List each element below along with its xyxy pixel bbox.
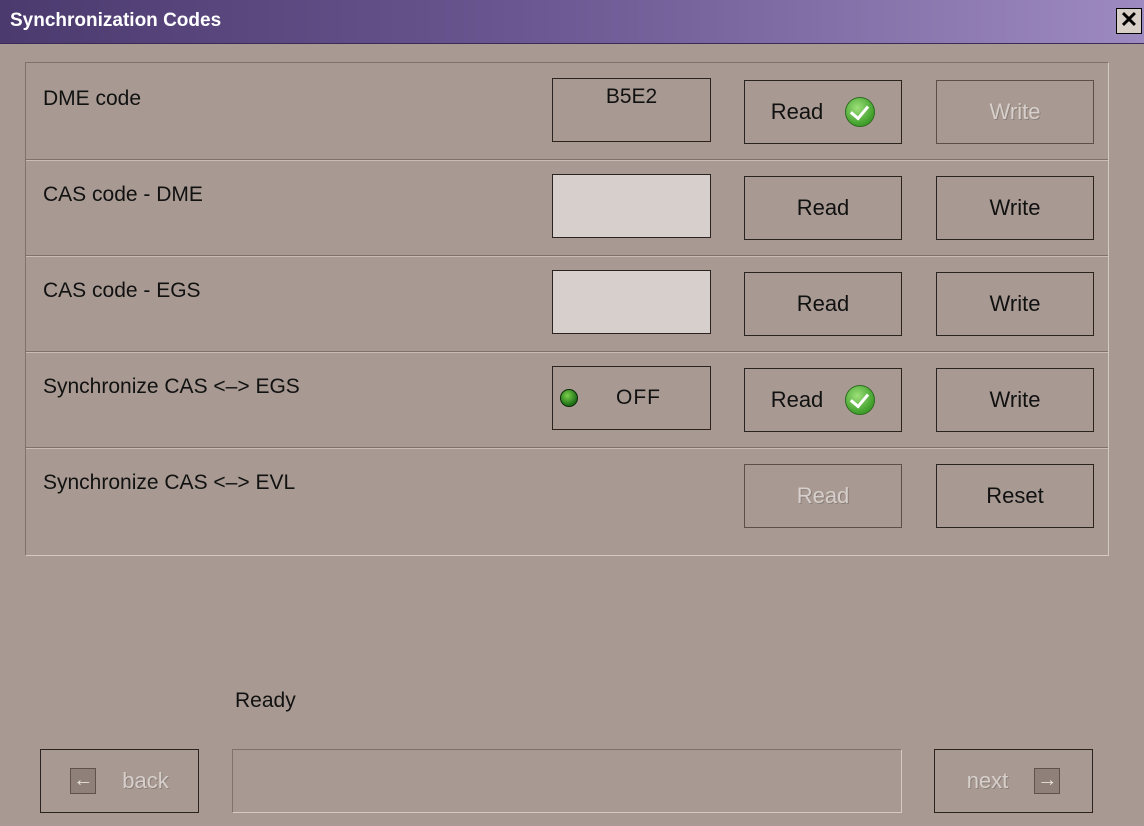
row-label: CAS code - EGS: [43, 279, 201, 302]
close-icon: ✕: [1119, 7, 1139, 32]
read-button-label: Read: [770, 387, 824, 412]
cas-dme-code-field[interactable]: [552, 174, 711, 238]
progress-bar: [232, 749, 902, 813]
row-label: DME code: [43, 87, 142, 110]
write-button-label: Write: [989, 291, 1041, 316]
next-button[interactable]: next →: [934, 749, 1093, 813]
arrow-right-icon: →: [1034, 768, 1061, 794]
row-cas-code-dme: CAS code - DME Read Write: [26, 159, 1108, 256]
cas-dme-read-button[interactable]: Read: [744, 176, 902, 240]
row-label: Synchronize CAS <–> EVL: [43, 471, 296, 494]
row-label: Synchronize CAS <–> EGS: [43, 375, 300, 398]
dme-write-button[interactable]: Write: [936, 80, 1094, 144]
toggle-state: OFF: [616, 386, 661, 409]
window-title: Synchronization Codes: [10, 10, 222, 31]
status-led-icon: [560, 389, 578, 407]
close-button[interactable]: ✕: [1116, 8, 1142, 34]
back-button-label: back: [122, 768, 169, 793]
read-button-label: Read: [796, 483, 850, 508]
read-button-label: Read: [796, 291, 850, 316]
next-button-label: next: [966, 768, 1009, 793]
dme-read-button[interactable]: Read: [744, 80, 902, 144]
read-button-label: Read: [796, 195, 850, 220]
check-icon: [845, 97, 876, 127]
read-button-label: Read: [770, 99, 824, 124]
sync-egs-read-button[interactable]: Read: [744, 368, 902, 432]
write-button-label: Write: [989, 387, 1041, 412]
cas-egs-write-button[interactable]: Write: [936, 272, 1094, 336]
reset-button-label: Reset: [986, 483, 1044, 508]
cas-egs-read-button[interactable]: Read: [744, 272, 902, 336]
write-button-label: Write: [989, 195, 1041, 220]
row-label: CAS code - DME: [43, 183, 203, 206]
arrow-left-icon: ←: [70, 768, 97, 794]
title-bar: Synchronization Codes ✕: [0, 0, 1144, 44]
cas-dme-write-button[interactable]: Write: [936, 176, 1094, 240]
check-icon: [845, 385, 876, 415]
write-button-label: Write: [989, 99, 1041, 124]
row-sync-cas-egs: Synchronize CAS <–> EGS OFF Read Write: [26, 351, 1108, 448]
sync-evl-read-button[interactable]: Read: [744, 464, 902, 528]
row-sync-cas-evl: Synchronize CAS <–> EVL Read Reset: [26, 447, 1108, 543]
codes-panel: DME code B5E2 Read Write CAS code - DME …: [25, 62, 1109, 556]
back-button[interactable]: ← back: [40, 749, 199, 813]
row-dme-code: DME code B5E2 Read Write: [26, 63, 1108, 160]
sync-egs-write-button[interactable]: Write: [936, 368, 1094, 432]
row-cas-code-egs: CAS code - EGS Read Write: [26, 255, 1108, 352]
cas-egs-code-field[interactable]: [552, 270, 711, 334]
dme-code-field: B5E2: [552, 78, 711, 142]
sync-evl-reset-button[interactable]: Reset: [936, 464, 1094, 528]
sync-egs-toggle[interactable]: OFF: [552, 366, 711, 430]
status-text: Ready: [235, 689, 296, 712]
